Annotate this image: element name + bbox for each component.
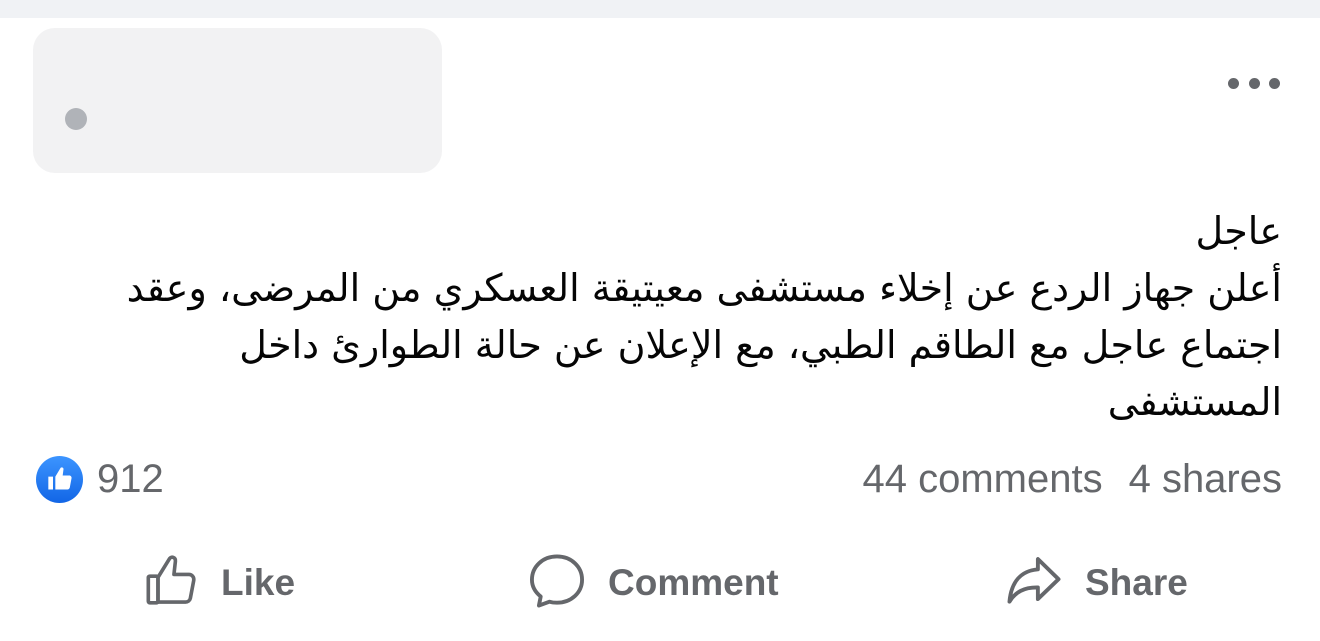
like-label: Like <box>221 562 296 603</box>
shares-count[interactable]: 4 shares <box>1129 457 1282 502</box>
comments-count[interactable]: 44 comments <box>862 457 1102 502</box>
comment-label: Comment <box>608 562 779 603</box>
like-reaction-icon <box>36 455 83 503</box>
post-text: عاجل أعلن جهاز الردع عن إخلاء مستشفى معي… <box>32 203 1282 431</box>
reaction-count: 912 <box>97 456 164 501</box>
comment-button[interactable]: Comment <box>526 548 779 618</box>
share-button[interactable]: Share <box>1003 548 1188 618</box>
top-strip <box>0 0 1320 18</box>
post-text-line: أعلن جهاز الردع عن إخلاء مستشفى معيتيقة … <box>126 266 1282 310</box>
engagement-stats: 44 comments 4 shares <box>862 454 1282 504</box>
author-header-placeholder <box>33 28 442 173</box>
more-options-button[interactable] <box>1228 70 1280 96</box>
post-text-line: عاجل <box>1195 209 1282 253</box>
reaction-summary[interactable]: 912 <box>36 454 164 504</box>
share-arrow-icon <box>1003 550 1065 616</box>
post-text-line: اجتماع عاجل مع الطاقم الطبي، مع الإعلان … <box>239 323 1282 367</box>
post-text-line: المستشفى <box>1107 380 1282 424</box>
more-options-icon-dot <box>1269 77 1280 89</box>
share-label: Share <box>1085 562 1188 603</box>
like-button[interactable]: Like <box>143 548 295 618</box>
thumbs-up-icon <box>143 552 201 614</box>
placeholder-dot <box>65 108 87 130</box>
more-options-icon-dot <box>1248 77 1260 89</box>
speech-bubble-icon <box>526 550 588 616</box>
more-options-icon <box>1228 77 1239 89</box>
